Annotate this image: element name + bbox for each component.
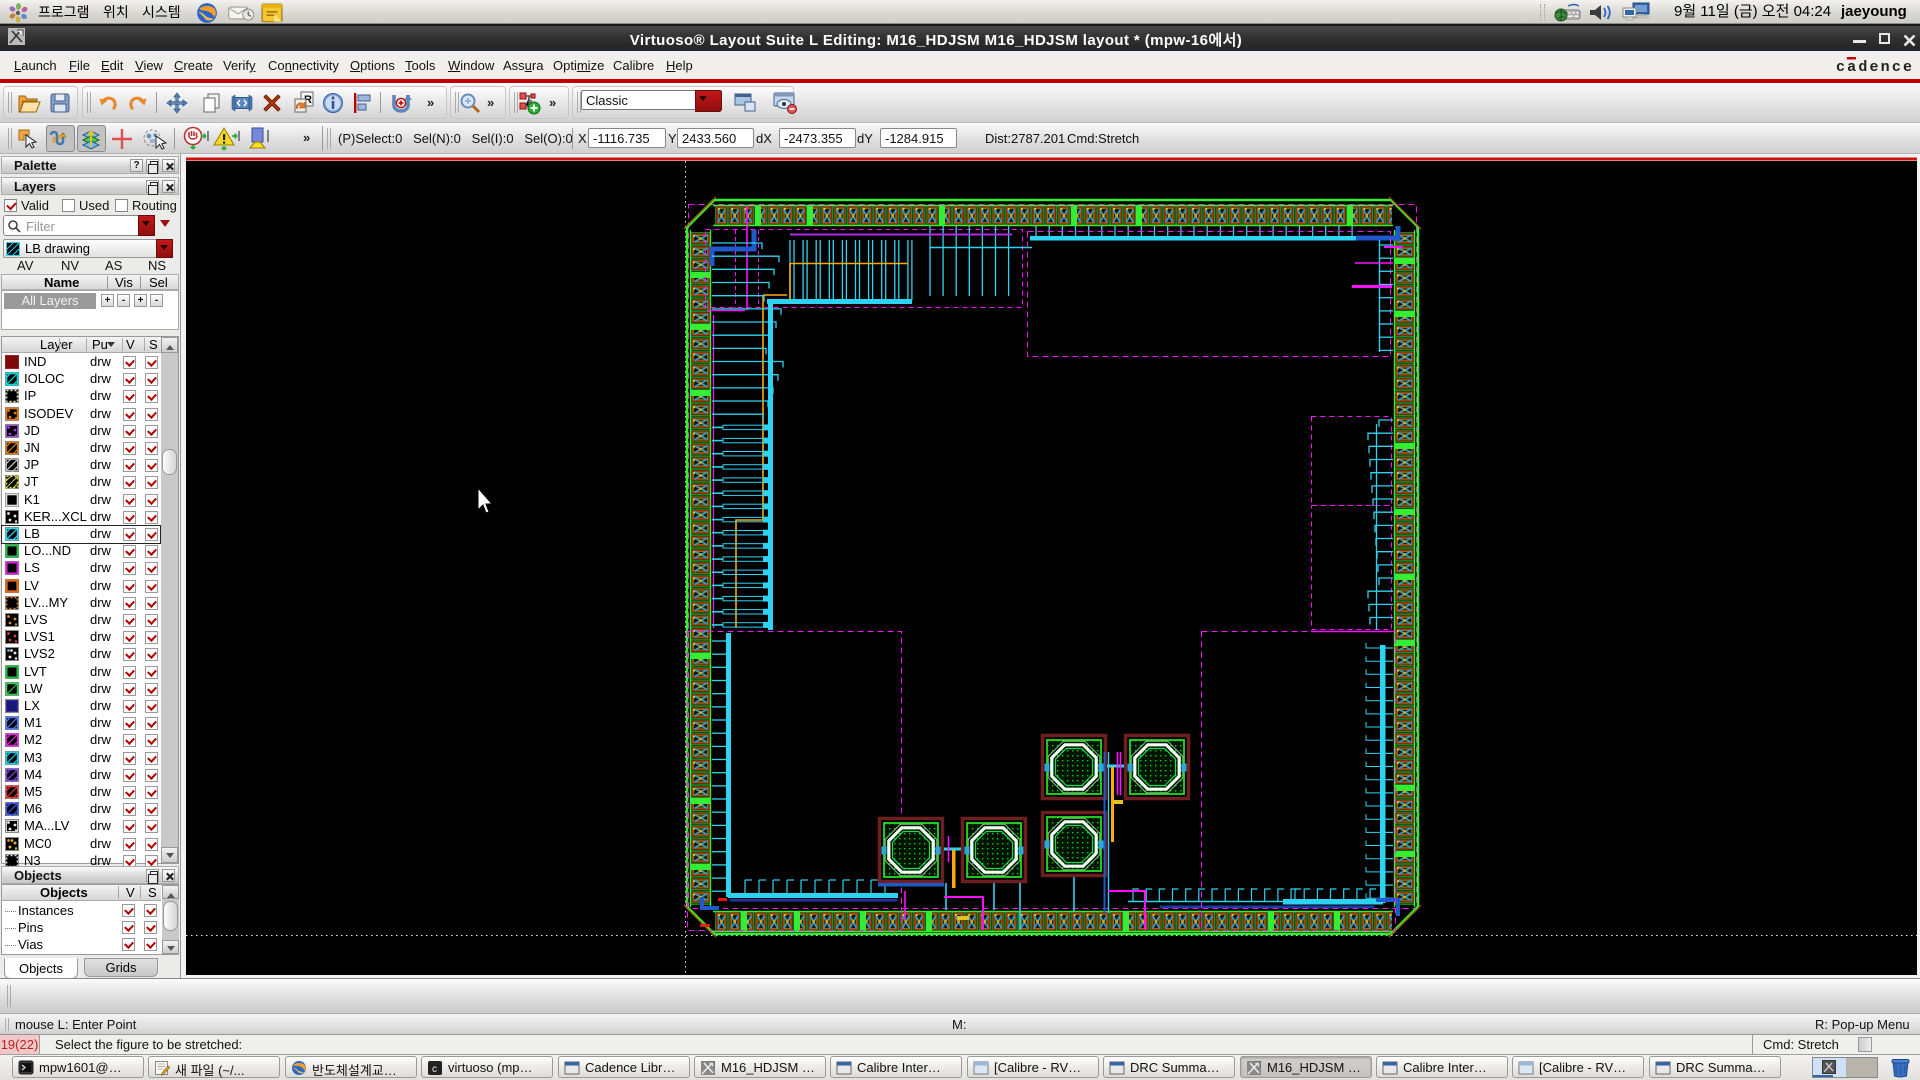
svg-text:cadence: cadence — [1836, 59, 1912, 74]
svg-text:c: c — [432, 1064, 437, 1075]
